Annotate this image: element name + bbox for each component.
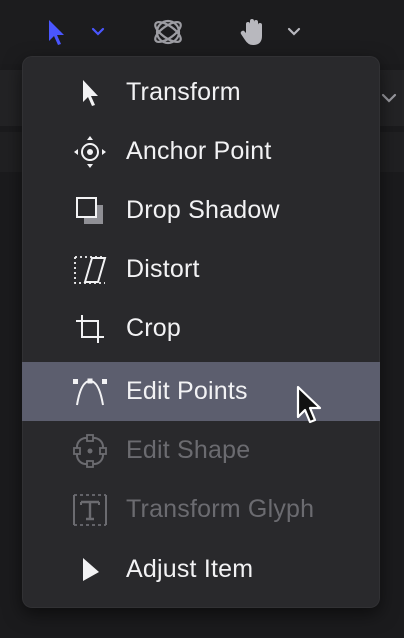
tool-menu: Transform Anchor Point Drop Shadow Disto… [22, 56, 380, 608]
arrow-pointer-icon [70, 63, 110, 122]
menu-item-distort[interactable]: Distort [22, 240, 380, 299]
distort-icon [70, 240, 110, 299]
menu-item-transform-glyph[interactable]: Transform Glyph [22, 480, 380, 539]
menu-item-label: Adjust Item [126, 555, 254, 583]
menu-item-label: Anchor Point [126, 137, 272, 165]
menu-item-label: Crop [126, 314, 181, 342]
chevron-down-icon [380, 88, 398, 111]
anchor-point-icon [70, 122, 110, 181]
menu-item-drop-shadow[interactable]: Drop Shadow [22, 181, 380, 240]
drop-shadow-icon [70, 181, 110, 240]
toolbar [0, 0, 404, 64]
menu-item-anchor-point[interactable]: Anchor Point [22, 122, 380, 181]
menu-item-label: Drop Shadow [126, 196, 280, 224]
hand-icon[interactable] [232, 12, 276, 52]
arrow-cursor-icon[interactable] [34, 12, 78, 52]
chevron-down-icon [91, 27, 105, 36]
menu-item-adjust-item[interactable]: Adjust Item [22, 540, 380, 599]
menu-item-edit-points[interactable]: Edit Points [22, 362, 380, 421]
orbit-icon[interactable] [146, 12, 190, 52]
select-tool-dropdown[interactable] [78, 12, 118, 52]
menu-item-label: Transform [126, 78, 241, 106]
menu-item-label: Distort [126, 255, 200, 283]
menu-item-transform[interactable]: Transform [22, 63, 380, 122]
transform-glyph-icon [70, 480, 110, 539]
menu-item-label: Edit Points [126, 377, 248, 405]
menu-item-edit-shape[interactable]: Edit Shape [22, 421, 380, 480]
crop-icon [70, 299, 110, 358]
menu-item-crop[interactable]: Crop [22, 299, 380, 358]
menu-item-label: Transform Glyph [126, 495, 315, 523]
adjust-item-icon [70, 540, 110, 599]
edit-shape-icon [70, 421, 110, 480]
menu-item-label: Edit Shape [126, 436, 251, 464]
chevron-down-icon [287, 27, 301, 36]
mouse-cursor-icon [294, 385, 326, 434]
edit-points-icon [70, 362, 110, 421]
pan-tool-dropdown[interactable] [276, 12, 312, 52]
